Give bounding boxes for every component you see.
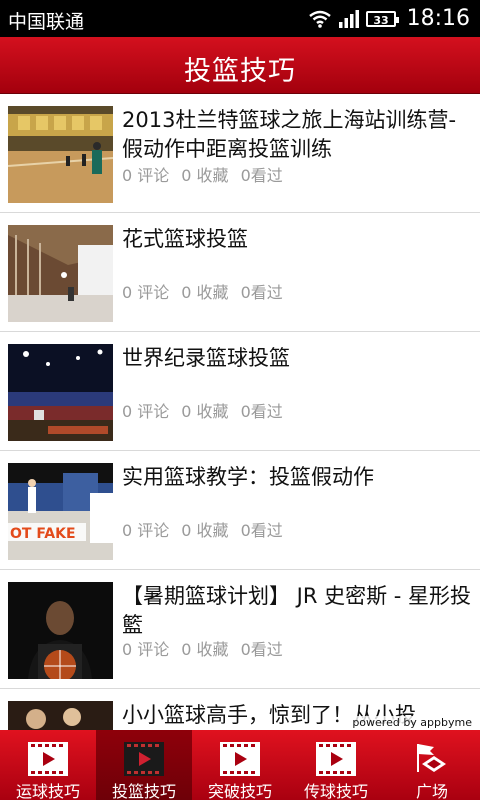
status-bar: 中国联通 33 18:16	[0, 0, 480, 37]
tab-breakthrough[interactable]: 突破技巧	[192, 730, 288, 801]
list-item[interactable]: 花式篮球投篮 0 评论 0 收藏 0看过	[0, 213, 480, 332]
list-item[interactable]: 【暑期篮球计划】 JR 史密斯 - 星形投籃 0 评论 0 收藏 0看过	[0, 570, 480, 689]
tab-label: 广场	[415, 782, 448, 801]
comment-count: 0 评论	[122, 166, 170, 185]
plaza-icon	[417, 744, 446, 772]
favorite-count: 0 收藏	[181, 521, 229, 540]
video-thumbnail	[8, 701, 113, 730]
favorite-count: 0 收藏	[181, 283, 229, 302]
video-title[interactable]: 实用篮球教学：投篮假动作	[122, 463, 472, 492]
clock: 18:16	[406, 6, 470, 31]
favorite-count: 0 收藏	[181, 166, 229, 185]
tab-label: 突破技巧	[207, 782, 272, 801]
tab-label: 投篮技巧	[111, 782, 176, 801]
view-count: 0看过	[240, 402, 283, 421]
video-thumbnail	[8, 225, 113, 322]
carrier-label: 中国联通	[8, 11, 85, 33]
favorite-count: 0 收藏	[181, 402, 229, 421]
film-icon	[124, 742, 164, 776]
tab-label: 运球技巧	[15, 782, 80, 801]
tab-dribbling[interactable]: 运球技巧	[0, 730, 96, 801]
tab-plaza[interactable]: 广场	[384, 730, 480, 801]
page-title: 投篮技巧	[184, 56, 296, 87]
tab-passing[interactable]: 传球技巧	[288, 730, 384, 801]
comment-count: 0 评论	[122, 640, 170, 659]
video-list[interactable]: 2013杜兰特篮球之旅上海站训练营-假动作中距离投篮训练 0 评论 0 收藏 0看过…	[0, 94, 480, 730]
powered-by-label: powered by appbyme	[350, 716, 474, 729]
tab-shooting[interactable]: 投篮技巧	[96, 730, 192, 801]
list-item[interactable]: 世界纪录篮球投篮 0 评论 0 收藏 0看过	[0, 332, 480, 451]
list-item[interactable]: OT FAKE 实用篮球教学：投篮假动作 0 评论 0 收藏 0看过	[0, 451, 480, 570]
video-thumbnail	[8, 106, 113, 203]
title-bar: 投篮技巧	[0, 37, 480, 94]
comment-count: 0 评论	[122, 402, 170, 421]
thumb-caption: OT FAKE	[10, 526, 76, 542]
video-stats: 0 评论 0 收藏 0看过	[122, 398, 295, 422]
video-stats: 0 评论 0 收藏 0看过	[122, 162, 295, 186]
comment-count: 0 评论	[122, 283, 170, 302]
bottom-tab-bar: 运球技巧 投篮技巧 突破技巧 传球技巧 广场	[0, 730, 480, 801]
video-title[interactable]: 世界纪录篮球投篮	[122, 344, 472, 373]
signal-icon	[339, 10, 359, 28]
list-item[interactable]: 2013杜兰特篮球之旅上海站训练营-假动作中距离投篮训练 0 评论 0 收藏 0看过	[0, 94, 480, 213]
view-count: 0看过	[240, 640, 283, 659]
status-icons: 33	[308, 9, 399, 29]
video-stats: 0 评论 0 收藏 0看过	[122, 279, 295, 303]
view-count: 0看过	[240, 166, 283, 185]
wifi-icon	[309, 10, 331, 28]
video-title[interactable]: 2013杜兰特篮球之旅上海站训练营-假动作中距离投篮训练	[122, 106, 472, 164]
view-count: 0看过	[240, 521, 283, 540]
video-title[interactable]: 花式篮球投篮	[122, 225, 472, 254]
film-icon	[28, 742, 68, 776]
film-icon	[220, 742, 260, 776]
video-stats: 0 评论 0 收藏 0看过	[122, 517, 295, 541]
tab-label: 传球技巧	[303, 782, 368, 801]
video-thumbnail	[8, 582, 113, 679]
film-icon	[316, 742, 356, 776]
comment-count: 0 评论	[122, 521, 170, 540]
video-thumbnail: OT FAKE	[8, 463, 113, 560]
favorite-count: 0 收藏	[181, 640, 229, 659]
view-count: 0看过	[240, 283, 283, 302]
video-thumbnail	[8, 344, 113, 441]
video-title[interactable]: 【暑期篮球计划】 JR 史密斯 - 星形投籃	[122, 582, 472, 640]
battery-icon: 33	[366, 11, 399, 27]
video-stats: 0 评论 0 收藏 0看过	[122, 636, 295, 660]
